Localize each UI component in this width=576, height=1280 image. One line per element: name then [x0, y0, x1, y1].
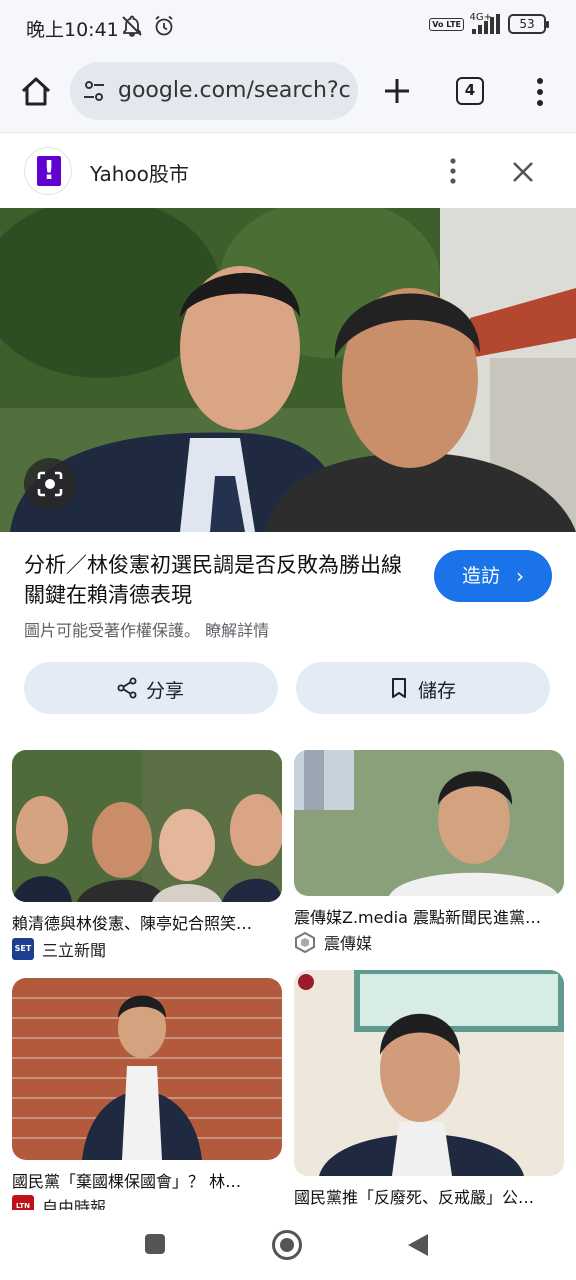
status-icons [120, 14, 176, 38]
hero-image[interactable] [0, 208, 576, 532]
share-button[interactable]: 分享 [24, 662, 278, 714]
home-nav-button[interactable] [272, 1230, 302, 1260]
bookmark-icon [392, 678, 406, 698]
result-caption-2[interactable]: 震傳媒Z.media 震點新聞民進黨… [294, 904, 564, 928]
status-time: 晚上10:41 [26, 19, 119, 41]
visit-button[interactable]: 造訪 › [434, 550, 552, 602]
result-image-4[interactable] [294, 970, 564, 1176]
google-lens-icon [37, 471, 63, 497]
result-photo-4 [294, 970, 564, 1176]
source-title[interactable]: Yahoo股市 [90, 158, 189, 187]
volte-badge: Vo LTE [429, 17, 464, 31]
share-label: 分享 [146, 680, 185, 702]
source-header: ! Yahoo股市 [0, 132, 576, 208]
yahoo-logo: ! [24, 147, 72, 195]
new-tab-button[interactable] [380, 74, 414, 108]
recents-button[interactable] [145, 1234, 165, 1254]
result-photo-1 [12, 750, 282, 902]
result-source-2[interactable]: 震傳媒 [294, 930, 372, 954]
result-photo-2 [294, 750, 564, 896]
system-nav-bar [0, 1210, 576, 1280]
source-name: 三立新聞 [42, 941, 107, 960]
result-image-2[interactable] [294, 750, 564, 896]
back-button[interactable] [406, 1232, 430, 1258]
browser-toolbar: google.com/search?c 4 [0, 56, 576, 132]
close-icon[interactable] [508, 157, 538, 187]
copyright-note[interactable]: 圖片可能受著作權保護。 瞭解詳情 [24, 617, 269, 641]
article-title[interactable]: 分析／林俊憲初選民調是否反敗為勝出線關鍵在賴清德表現 [24, 550, 410, 610]
chevron-right-icon: › [516, 564, 524, 588]
more-vert-icon[interactable] [530, 76, 550, 108]
alarm-icon [155, 15, 173, 36]
set-logo: SET [12, 938, 34, 960]
google-lens-button[interactable] [24, 458, 76, 510]
result-caption-1[interactable]: 賴清德與林俊憲、陳亭妃合照笑… [12, 910, 282, 934]
result-caption-3[interactable]: 國民黨「棄國棵保國會」？ 林… [12, 1168, 282, 1192]
result-caption-4[interactable]: 國民黨推「反廢死、反戒嚴」公… [294, 1184, 564, 1208]
share-icon [117, 677, 137, 699]
result-image-1[interactable] [12, 750, 282, 902]
tab-switcher-button[interactable]: 4 [456, 77, 484, 105]
tune-icon[interactable] [82, 79, 106, 103]
result-source-1[interactable]: SET 三立新聞 [12, 937, 106, 961]
hero-photo [0, 208, 576, 532]
more-options-icon[interactable] [444, 155, 462, 187]
result-image-3[interactable] [12, 978, 282, 1160]
result-photo-3 [12, 978, 282, 1160]
url-text[interactable]: google.com/search?c [118, 78, 351, 103]
source-name: 震傳媒 [324, 934, 373, 953]
save-label: 儲存 [418, 680, 457, 702]
save-button[interactable]: 儲存 [296, 662, 550, 714]
signal-icon [472, 14, 500, 34]
battery-icon: 53 [508, 14, 549, 34]
status-bar: 晚上10:41 4G+ Vo LTE 53 [0, 0, 576, 56]
zmedia-logo [295, 931, 315, 953]
address-bar[interactable]: google.com/search?c [70, 62, 358, 120]
home-icon[interactable] [18, 74, 54, 110]
notifications-off-icon [122, 15, 142, 37]
visit-label: 造訪 [462, 565, 501, 587]
